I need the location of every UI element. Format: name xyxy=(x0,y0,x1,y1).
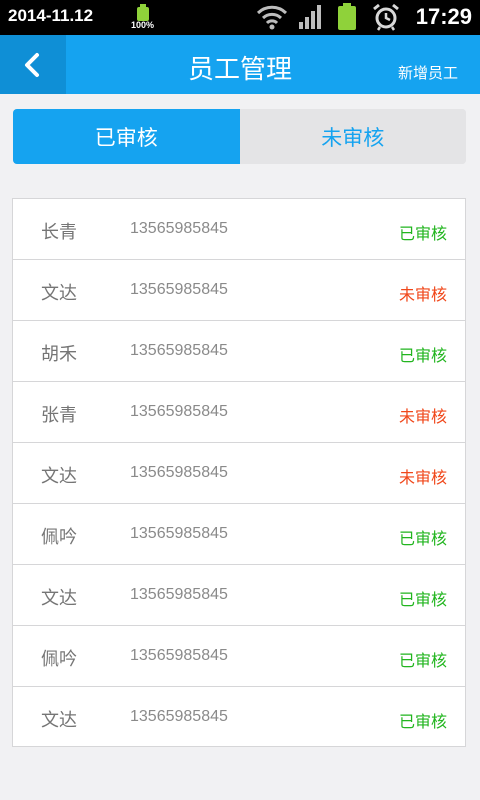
employee-status-badge: 未审核 xyxy=(398,407,447,426)
employee-phone: 13565985845 xyxy=(130,586,228,603)
employee-status-badge: 已审核 xyxy=(398,346,447,365)
alarm-clock-icon xyxy=(373,3,399,31)
employee-name: 文达 xyxy=(41,710,77,731)
battery-icon xyxy=(338,3,356,30)
employee-name: 文达 xyxy=(41,283,77,304)
employee-phone: 13565985845 xyxy=(130,403,228,420)
employee-row[interactable]: 文达 13565985845 已审核 xyxy=(13,687,465,746)
employee-name: 佩吟 xyxy=(41,649,77,670)
employee-row[interactable]: 张青 13565985845 未审核 xyxy=(13,382,465,443)
battery-full-indicator: 100% xyxy=(131,4,155,30)
employee-list: 长青 13565985845 已审核 文达 13565985845 未审核 胡禾 135659… xyxy=(12,198,466,747)
signal-icon xyxy=(299,5,321,29)
employee-phone: 13565985845 xyxy=(130,281,228,298)
app-bar: 员工管理 新增员工 xyxy=(0,35,480,94)
employee-row[interactable]: 佩吟 13565985845 已审核 xyxy=(13,626,465,687)
employee-phone: 13565985845 xyxy=(130,708,228,725)
employee-status-badge: 未审核 xyxy=(398,285,447,304)
employee-phone: 13565985845 xyxy=(130,464,228,481)
back-button[interactable] xyxy=(0,35,66,94)
employee-status-badge: 已审核 xyxy=(398,651,447,670)
employee-status-badge: 已审核 xyxy=(398,712,447,731)
employee-name: 佩吟 xyxy=(41,527,77,548)
employee-name: 胡禾 xyxy=(41,344,77,365)
employee-name: 文达 xyxy=(41,466,77,487)
chevron-left-icon xyxy=(25,53,39,77)
employee-row[interactable]: 文达 13565985845 已审核 xyxy=(13,565,465,626)
employee-phone: 13565985845 xyxy=(130,647,228,664)
employee-row[interactable]: 长青 13565985845 已审核 xyxy=(13,199,465,260)
employee-row[interactable]: 文达 13565985845 未审核 xyxy=(13,443,465,504)
employee-name: 文达 xyxy=(41,588,77,609)
employee-status-badge: 已审核 xyxy=(398,529,447,548)
status-date: 2014-11.12 xyxy=(8,6,94,25)
employee-phone: 13565985845 xyxy=(130,525,228,542)
employee-name: 张青 xyxy=(41,405,77,426)
review-status-tabs: 已审核 未审核 xyxy=(13,109,466,164)
employee-phone: 13565985845 xyxy=(130,342,228,359)
employee-status-badge: 未审核 xyxy=(398,468,447,487)
status-time: 17:29 xyxy=(415,4,472,29)
add-employee-button[interactable]: 新增员工 xyxy=(398,62,458,83)
employee-phone: 13565985845 xyxy=(130,220,228,237)
battery-percent: 100% xyxy=(131,20,155,30)
status-bar: 2014-11.12 100% 17:29 xyxy=(0,0,480,35)
employee-name: 长青 xyxy=(41,222,77,243)
employee-row[interactable]: 胡禾 13565985845 已审核 xyxy=(13,321,465,382)
employee-status-badge: 已审核 xyxy=(398,224,447,243)
employee-row[interactable]: 文达 13565985845 未审核 xyxy=(13,260,465,321)
wifi-icon xyxy=(256,5,288,30)
employee-status-badge: 已审核 xyxy=(398,590,447,609)
employee-row[interactable]: 佩吟 13565985845 已审核 xyxy=(13,504,465,565)
tab-pending[interactable]: 未审核 xyxy=(239,109,466,164)
tab-approved[interactable]: 已审核 xyxy=(13,109,240,164)
